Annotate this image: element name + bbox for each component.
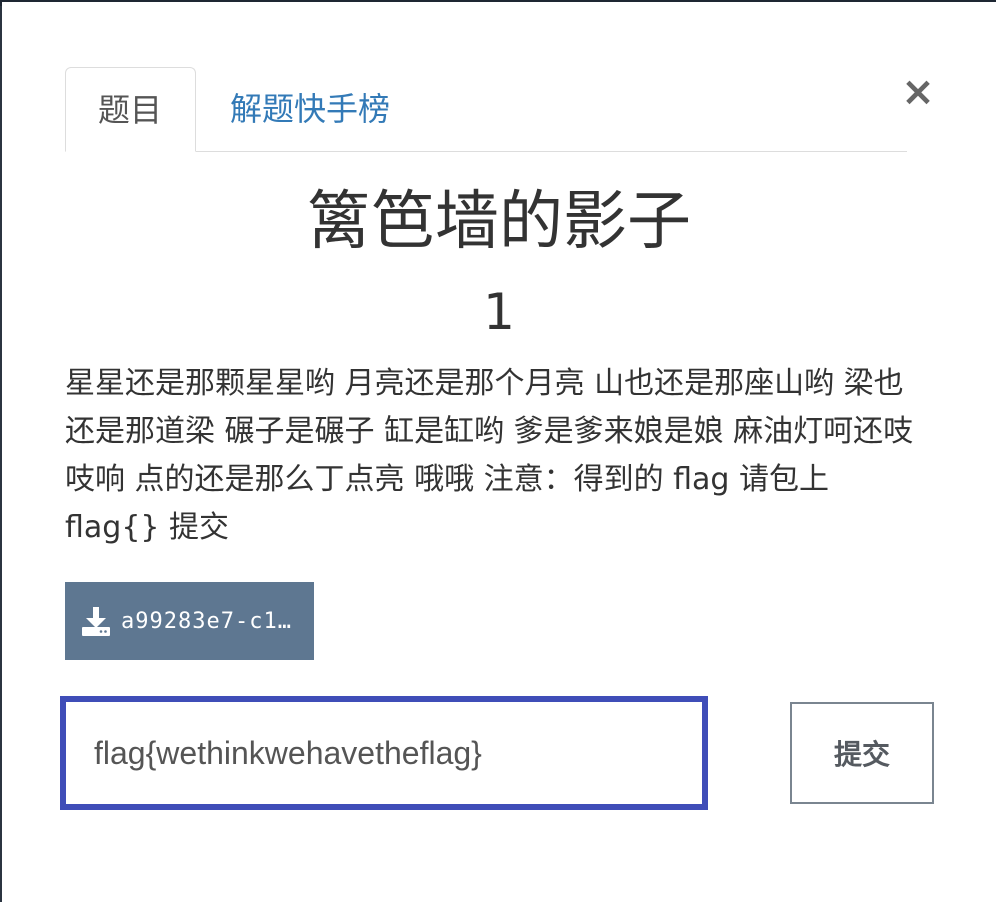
tab-leaderboard[interactable]: 解题快手榜 [198, 67, 422, 151]
attachment-download-button[interactable]: a99283e7-c1… [65, 582, 314, 660]
modal-tabs: 题目 解题快手榜 [65, 67, 907, 152]
flag-input[interactable] [60, 696, 708, 810]
close-button[interactable]: × [898, 70, 938, 114]
challenge-description: 星星还是那颗星星哟 月亮还是那个月亮 山也还是那座山哟 梁也还是那道梁 碾子是碾… [65, 366, 914, 545]
download-icon [81, 605, 111, 637]
attachment-filename: a99283e7-c1… [121, 608, 292, 634]
close-icon: × [901, 69, 935, 115]
tab-challenge[interactable]: 题目 [65, 67, 196, 152]
challenge-modal: 题目 解题快手榜 × 篱笆墙的影子 1 星星还是那颗星星哟 月亮还是那个月亮 山… [2, 2, 996, 902]
challenge-title: 篱笆墙的影子 [307, 185, 691, 259]
challenge-score: 1 [483, 283, 515, 341]
submit-button[interactable]: 提交 [790, 702, 934, 804]
